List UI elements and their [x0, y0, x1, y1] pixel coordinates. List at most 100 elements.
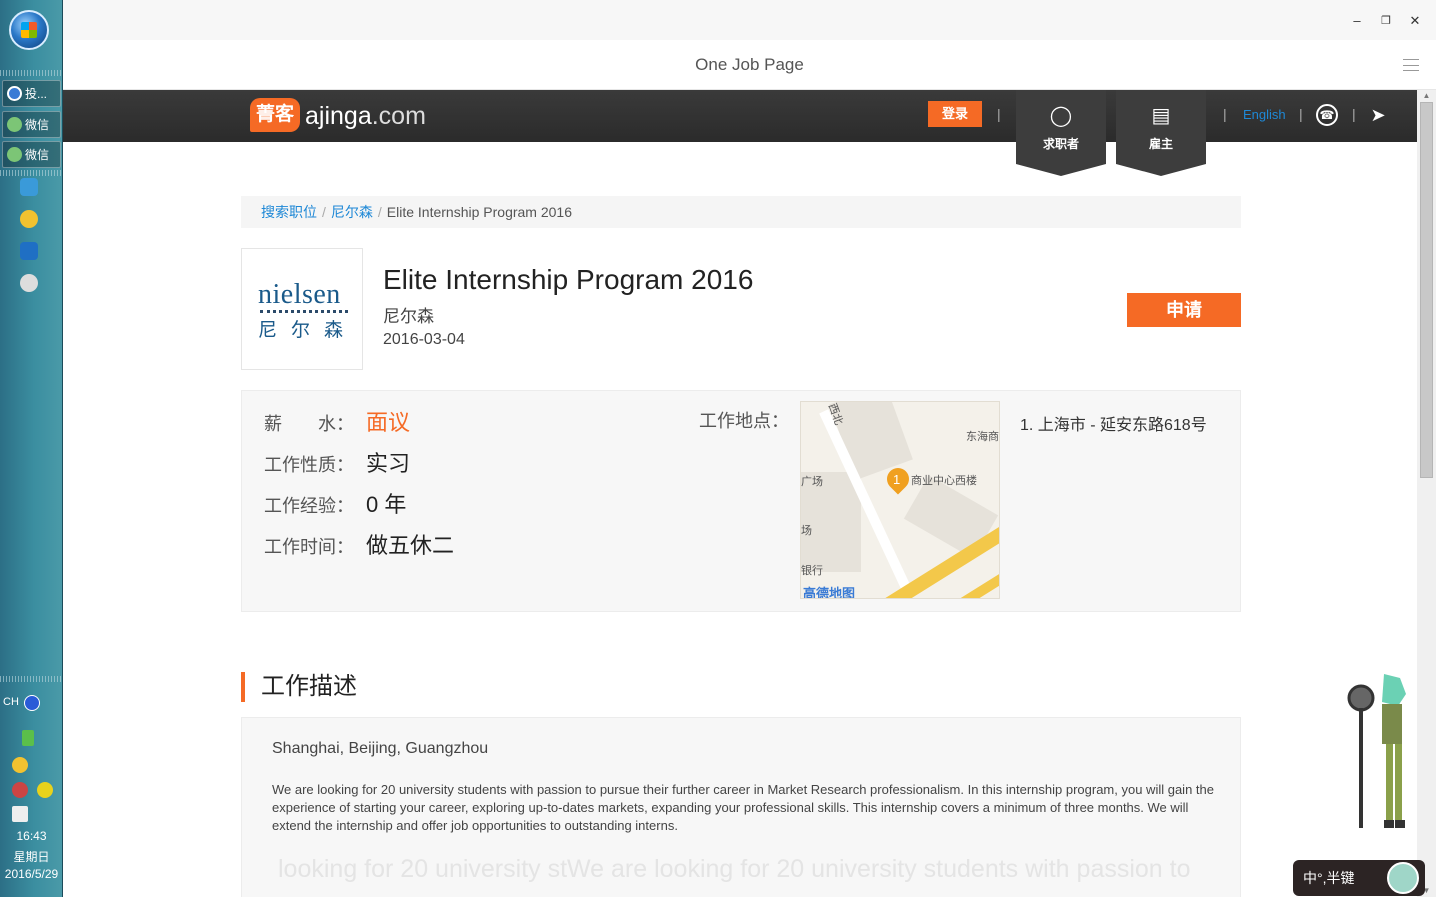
experience-label: 工作经验：	[264, 496, 354, 516]
outlook-icon[interactable]	[20, 242, 38, 260]
task-label: 投...	[25, 87, 48, 101]
app-titlebar: One Job Page	[63, 40, 1436, 90]
ime-toolbar[interactable]: 中°,半键	[1293, 860, 1425, 896]
type-label: 工作性质：	[264, 455, 354, 475]
map-pin-number: 1	[893, 472, 901, 487]
panda-app-icon[interactable]	[20, 274, 38, 292]
worktime-label: 工作时间：	[264, 537, 354, 557]
tab-jobseeker-label: 求职者	[1042, 137, 1079, 151]
taskbar-grip	[0, 676, 63, 682]
type-value: 实习	[366, 451, 411, 476]
qq-icon	[7, 86, 22, 101]
job-details: 薪 水： 面议 工作性质： 实习 工作经验： 0 年 工作时间： 做五休二 工作…	[241, 390, 1241, 612]
task-label: 微信	[25, 148, 50, 162]
close-icon[interactable]: ✕	[1407, 13, 1423, 29]
separator: |	[1223, 106, 1227, 122]
map-label: 银行	[801, 565, 823, 577]
windows-taskbar: 投... 微信 微信 CH 16:43 星期日 2016/5/29	[0, 0, 63, 897]
clock-time[interactable]: 16:43	[0, 829, 63, 843]
wechat-icon	[7, 147, 22, 162]
site-logo-badge[interactable]: 菁客	[250, 98, 300, 132]
description-ghost-text: looking for 20 university stWe are looki…	[278, 855, 1191, 883]
apply-button[interactable]: 申请	[1127, 293, 1241, 327]
taskbar-task-wechat-1[interactable]: 微信	[2, 111, 61, 138]
building-icon: ▤	[1151, 105, 1171, 127]
salary-label: 薪 水：	[264, 414, 354, 434]
worktime-value: 做五休二	[366, 533, 455, 558]
tab-jobseeker[interactable]: ◯ 求职者	[1016, 90, 1106, 176]
job-date: 2016-03-04	[383, 331, 465, 348]
taskbar-grip	[0, 170, 63, 176]
job-company[interactable]: 尼尔森	[383, 302, 434, 327]
logo-zh-text: 尼尔森	[258, 319, 358, 341]
map-label: 广场	[801, 476, 823, 488]
desktop-mascot[interactable]	[1344, 672, 1418, 832]
login-button[interactable]: 登录	[928, 101, 982, 127]
volume-muted-icon[interactable]	[12, 782, 28, 798]
section-heading: 工作描述	[241, 672, 357, 702]
breadcrumb-sep: /	[322, 204, 326, 220]
scroll-thumb[interactable]	[1420, 102, 1433, 478]
emoji-tray-icon[interactable]	[12, 757, 28, 773]
start-button[interactable]	[9, 10, 49, 50]
experience-value: 0 年	[366, 492, 407, 517]
experience-row: 工作经验： 0 年	[264, 487, 406, 519]
breadcrumb-sep: /	[377, 204, 382, 220]
clipboard-icon[interactable]	[12, 806, 28, 822]
help-icon[interactable]	[24, 695, 40, 711]
description-box: Shanghai, Beijing, Guangzhou We are look…	[241, 717, 1241, 897]
address-text: 1. 上海市 - 延安东路618号	[1020, 417, 1207, 434]
breadcrumb: 搜索职位 / 尼尔森 / Elite Internship Program 2016	[241, 196, 1241, 228]
breadcrumb-search-jobs[interactable]: 搜索职位	[261, 204, 317, 220]
logo-dots	[260, 310, 348, 313]
emoji-app-icon[interactable]	[20, 210, 38, 228]
phone-icon[interactable]: ☎	[1316, 104, 1338, 126]
menu-icon[interactable]	[1403, 59, 1419, 71]
location-label: 工作地点：	[699, 411, 789, 431]
task-label: 微信	[25, 118, 50, 132]
battery-icon[interactable]	[22, 730, 34, 746]
taskbar-grip	[0, 70, 63, 76]
tab-employer[interactable]: ▤ 雇主	[1116, 90, 1206, 176]
map-brand: 高德地图	[803, 586, 856, 599]
separator: |	[1352, 106, 1356, 122]
ime-avatar-icon	[1387, 862, 1419, 894]
tab-employer-label: 雇主	[1148, 137, 1173, 151]
ime-label: 中°,半键	[1303, 870, 1355, 886]
wechat-icon	[7, 117, 22, 132]
breadcrumb-current: Elite Internship Program 2016	[386, 204, 572, 220]
separator: |	[997, 106, 1001, 122]
type-row: 工作性质： 实习	[264, 446, 410, 478]
logo-name: ajinga	[305, 102, 372, 130]
site-logo[interactable]: ajinga.com	[305, 102, 426, 131]
share-icon[interactable]: ➤	[1367, 104, 1389, 126]
breadcrumb-company[interactable]: 尼尔森	[331, 204, 373, 220]
add-icon[interactable]	[37, 782, 53, 798]
scroll-up-icon[interactable]: ▲	[1417, 90, 1436, 102]
logo-en-text: nielsen	[258, 279, 341, 310]
web-viewport: 菁客 ajinga.com 登录 | ◯ 求职者 ▤ 雇主 | English …	[63, 90, 1417, 897]
language-link[interactable]: English	[1243, 107, 1286, 122]
salary-value: 面议	[366, 410, 411, 435]
location-map[interactable]: 西北 东海商 商业中心西楼 广场 场 银行 1 高德地图	[800, 401, 1000, 599]
worktime-row: 工作时间： 做五休二	[264, 528, 454, 560]
window-titlebar: – ❐ ✕	[63, 0, 1436, 40]
taskbar-task-qq[interactable]: 投...	[2, 80, 61, 107]
description-body: We are looking for 20 university student…	[272, 782, 1214, 833]
job-title: Elite Internship Program 2016	[383, 264, 754, 295]
separator: |	[1299, 106, 1303, 122]
taskbar-task-wechat-2[interactable]: 微信	[2, 141, 61, 168]
clock-date[interactable]: 2016/5/29	[0, 867, 63, 881]
map-label: 商业中心西楼	[911, 475, 977, 487]
minimize-icon[interactable]: –	[1349, 13, 1365, 29]
company-logo[interactable]: nielsen 尼尔森	[241, 248, 363, 370]
window-title: One Job Page	[695, 55, 804, 74]
site-header: 菁客 ajinga.com 登录 | ◯ 求职者 ▤ 雇主 | English …	[63, 90, 1417, 176]
salary-row: 薪 水： 面议	[264, 405, 410, 437]
description-cities: Shanghai, Beijing, Guangzhou	[272, 740, 489, 757]
restore-icon[interactable]: ❐	[1378, 13, 1394, 29]
page-scrollbar[interactable]: ▲ ▼	[1417, 90, 1436, 897]
map-label: 场	[801, 525, 812, 537]
network-app-icon[interactable]	[20, 178, 38, 196]
clock-weekday[interactable]: 星期日	[0, 848, 63, 865]
